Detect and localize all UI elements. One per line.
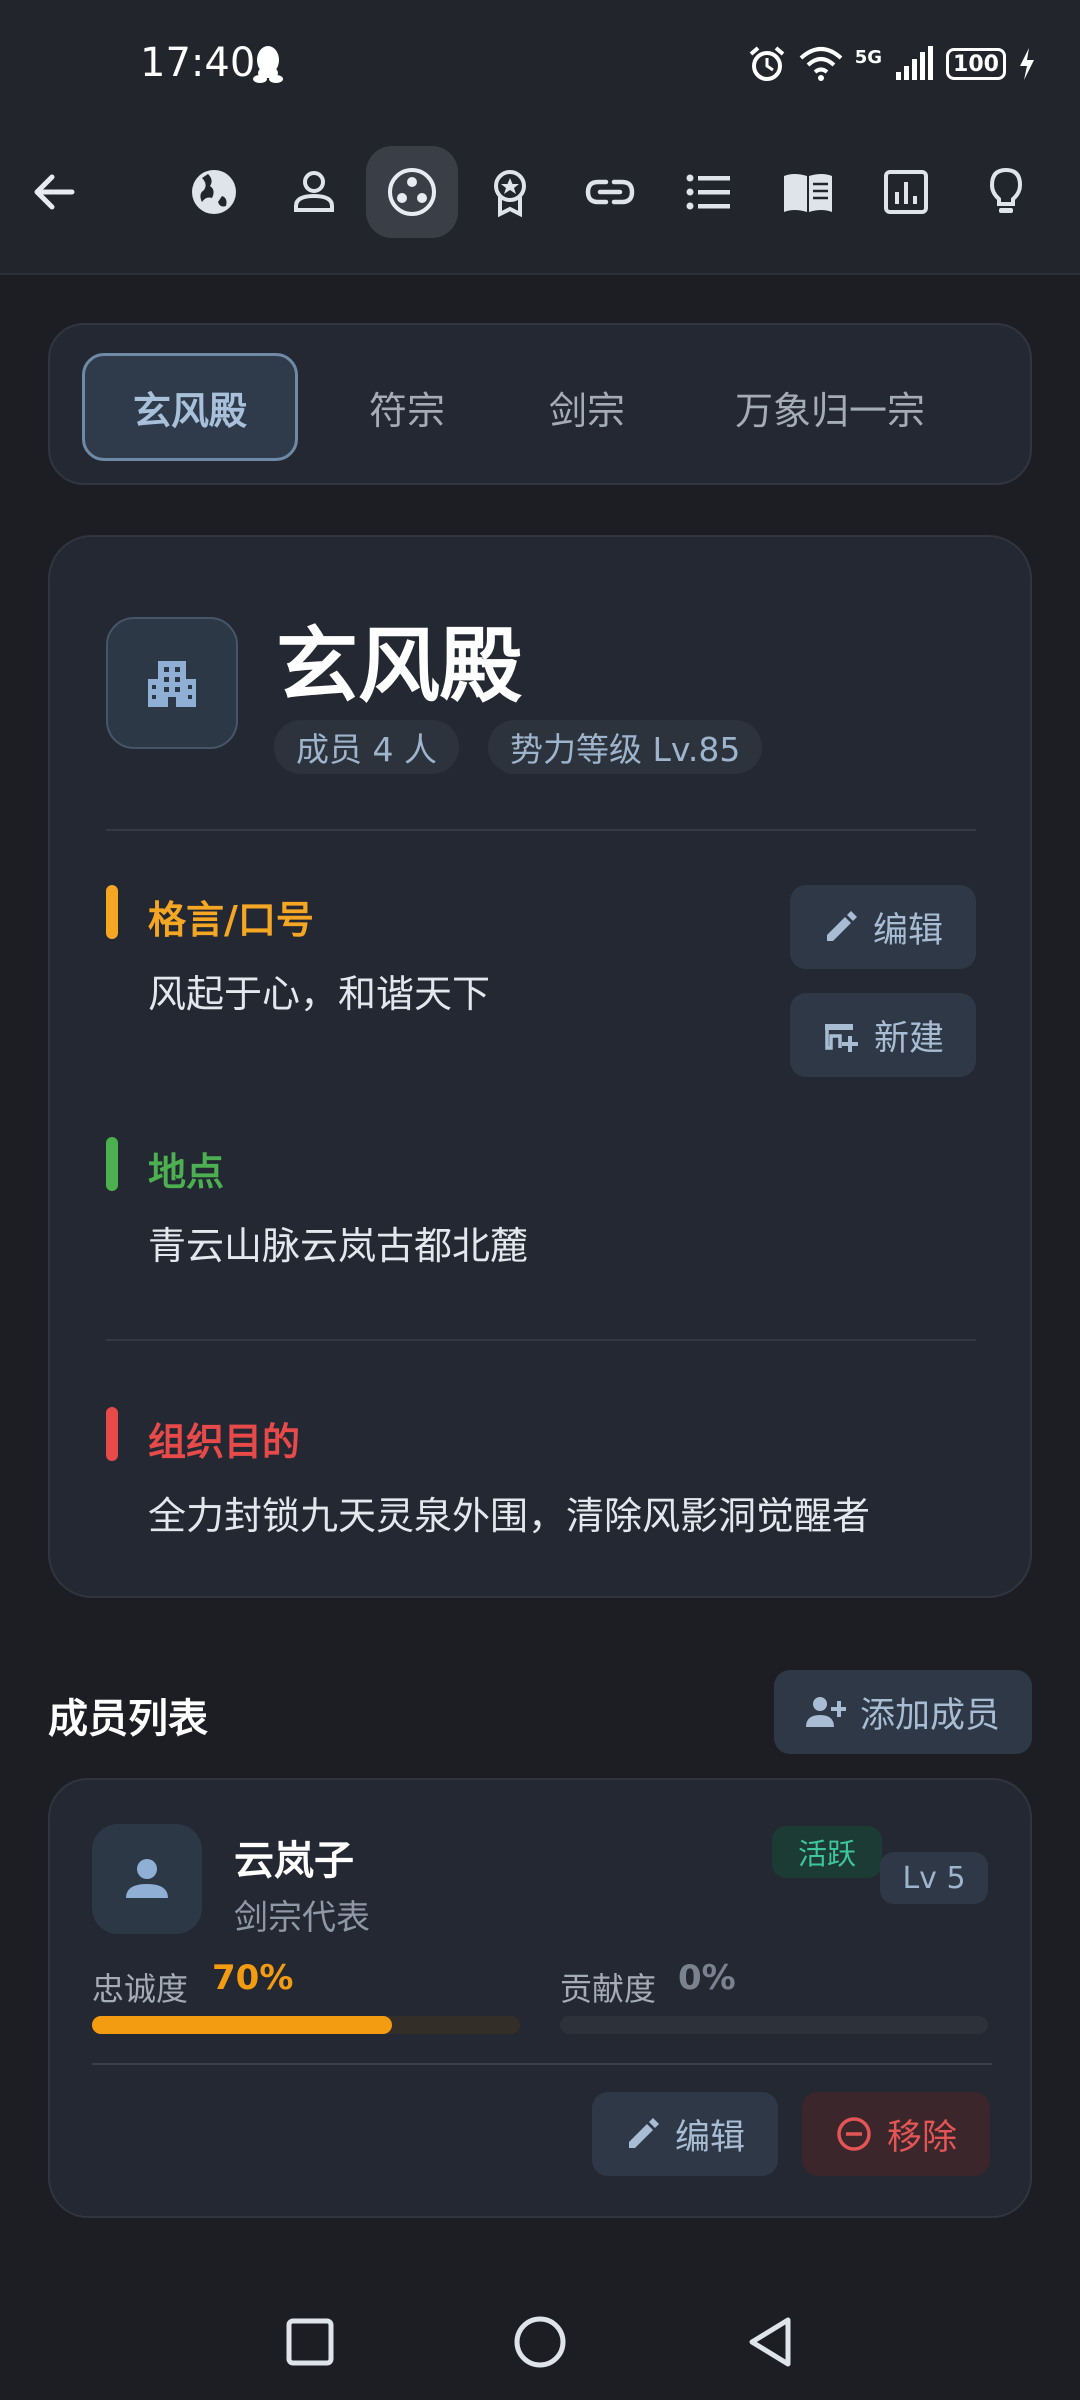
status-indicators: 5G 100 [747, 44, 1036, 84]
list-icon [686, 174, 730, 210]
back-nav-button[interactable] [730, 2302, 810, 2382]
remove-member-button[interactable]: 移除 [802, 2092, 990, 2176]
square-icon [286, 2318, 334, 2366]
divider [106, 1339, 976, 1341]
pencil-icon [628, 2118, 659, 2148]
edit-member-button[interactable]: 编辑 [592, 2092, 778, 2176]
location-accent-bar [106, 1137, 118, 1191]
remove-member-label: 移除 [886, 2117, 957, 2158]
alarm-icon [749, 46, 784, 81]
members-count-chip: 成员 4 人 [274, 720, 459, 774]
status-time: 17:40 [140, 40, 256, 86]
add-member-button[interactable]: 添加成员 [774, 1670, 1032, 1754]
list-button[interactable] [662, 146, 754, 238]
tab-jianzong[interactable]: 剑宗 [502, 353, 672, 461]
back-arrow-icon [34, 174, 75, 210]
battery-indicator: 100 [946, 48, 1006, 80]
award-button[interactable] [464, 146, 556, 238]
add-domain-icon [824, 1024, 858, 1052]
add-member-label: 添加成员 [859, 1695, 1000, 1736]
divider [92, 2063, 992, 2065]
motto-text: 风起于心，和谐天下 [148, 972, 491, 1016]
member-card: 云岚子 剑宗代表 活跃 Lv 5 忠诚度 70% 贡献度 0% 编辑 移除 [48, 1778, 1032, 2218]
tab-wanxiangguiyizong[interactable]: 万象归一宗 [680, 353, 980, 461]
tab-fuzong[interactable]: 符宗 [322, 353, 492, 461]
purpose-text: 全力封锁九天灵泉外围，清除风影洞觉醒者 [148, 1494, 871, 1538]
network-type: 5G [854, 46, 882, 68]
recent-apps-button[interactable] [270, 2302, 350, 2382]
add-person-icon [805, 1697, 846, 1727]
charging-icon [1020, 48, 1034, 80]
minus-circle-icon [837, 2117, 871, 2151]
loyalty-progress-fill [92, 2016, 392, 2034]
member-name: 云岚子 [234, 1838, 354, 1884]
pencil-icon [826, 911, 857, 941]
faction-level-chip: 势力等级 Lv.85 [488, 720, 763, 774]
circle-icon [514, 2316, 566, 2368]
member-list-title: 成员列表 [48, 1696, 208, 1742]
motto-title: 格言/口号 [148, 898, 314, 942]
edit-faction-label: 编辑 [872, 910, 943, 951]
person-icon [294, 171, 334, 212]
status-badge: 活跃 [772, 1826, 882, 1878]
chart-button[interactable] [860, 146, 952, 238]
chart-icon [884, 170, 928, 214]
tab-xuanfengdian[interactable]: 玄风殿 [82, 353, 298, 461]
status-bar: 17:40 5G 100 [0, 0, 1080, 130]
person-button[interactable] [268, 146, 360, 238]
contribution-progress-bar [560, 2016, 988, 2034]
book-button[interactable] [762, 146, 854, 238]
motto-accent-bar [106, 885, 118, 939]
new-faction-button[interactable]: 新建 [790, 993, 976, 1077]
back-button[interactable] [8, 146, 100, 238]
edit-faction-button[interactable]: 编辑 [790, 885, 976, 969]
contribution-value: 0% [678, 1958, 736, 1998]
loyalty-label: 忠诚度 [92, 1970, 189, 2008]
globe-icon [192, 170, 236, 214]
loyalty-progress-bar [92, 2016, 520, 2034]
edit-member-label: 编辑 [674, 2117, 745, 2158]
award-icon [494, 170, 526, 218]
purpose-title: 组织目的 [148, 1420, 301, 1464]
system-nav-bar [0, 2290, 1080, 2400]
contribution-label: 贡献度 [560, 1970, 657, 2008]
level-badge: Lv 5 [880, 1852, 988, 1904]
person-avatar-icon [126, 1859, 168, 1898]
faction-avatar [106, 617, 238, 749]
avatar [92, 1824, 202, 1934]
building-icon [148, 661, 196, 707]
faction-tabs: 玄风殿 符宗 剑宗 万象归一宗 [48, 323, 1032, 485]
link-button[interactable] [564, 146, 656, 238]
group-circle-icon [388, 168, 436, 216]
loyalty-value: 70% [212, 1958, 294, 1998]
wifi-icon [799, 47, 843, 81]
globe-button[interactable] [168, 146, 260, 238]
triangle-back-icon [749, 2317, 791, 2367]
home-button[interactable] [500, 2302, 580, 2382]
idea-button[interactable] [960, 146, 1052, 238]
lightbulb-icon [989, 167, 1023, 213]
battery-level: 100 [953, 51, 999, 77]
purpose-accent-bar [106, 1407, 118, 1461]
divider [106, 829, 976, 831]
signal-icon [896, 46, 933, 80]
group-button[interactable] [366, 146, 458, 238]
location-text: 青云山脉云岚古都北麓 [148, 1224, 529, 1268]
location-title: 地点 [148, 1150, 225, 1194]
link-icon [585, 179, 635, 205]
member-role: 剑宗代表 [234, 1898, 370, 1938]
book-icon [784, 174, 832, 212]
faction-detail-card: 玄风殿 成员 4 人 势力等级 Lv.85 格言/口号 风起于心，和谐天下 编辑… [48, 535, 1032, 1598]
top-toolbar [0, 130, 1080, 275]
faction-name: 玄风殿 [276, 619, 523, 714]
qq-penguin-icon [253, 46, 283, 83]
new-faction-label: 新建 [873, 1018, 944, 1059]
